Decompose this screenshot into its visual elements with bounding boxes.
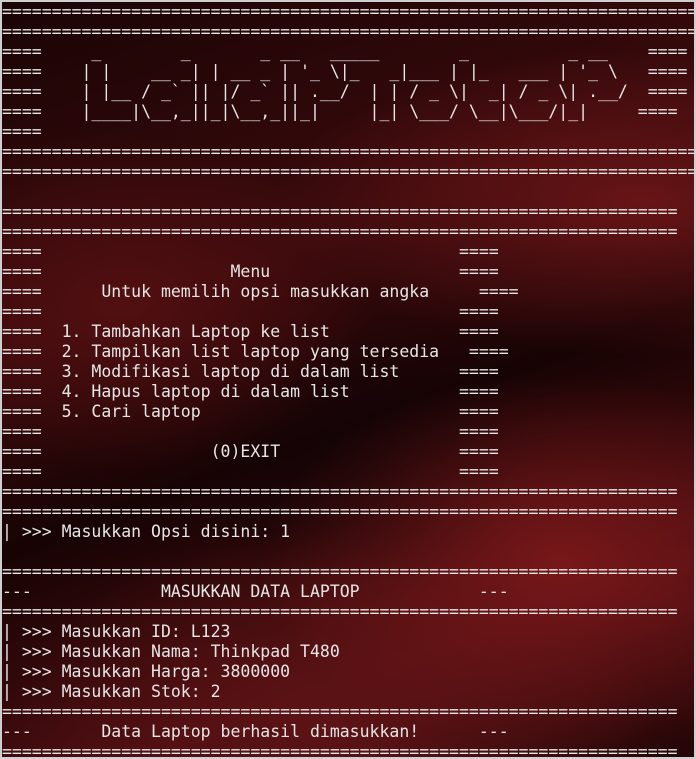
banner-border-line: ========================================… (2, 2, 694, 21)
menu-border-line: ========================================… (2, 502, 678, 521)
terminal-window[interactable]: ========================================… (0, 0, 696, 759)
menu-blank-line: ==== ==== (2, 242, 499, 261)
banner-ascii-logo-line: ==== | | __ _| | __ _ | '_ \|_ _|___ | |… (2, 62, 688, 81)
id-prompt-label: | >>> Masukkan ID: (2, 622, 191, 641)
menu-border-line: ========================================… (2, 202, 678, 221)
menu-item-search-laptop: ==== 5. Cari laptop ==== (2, 402, 499, 421)
stock-prompt-label: | >>> Masukkan Stok: (2, 682, 211, 701)
menu-border-line: ========================================… (2, 482, 678, 501)
price-input-line[interactable]: | >>> Masukkan Harga: 3800000 (2, 662, 694, 682)
option-prompt-label: | >>> Masukkan Opsi disini: (2, 522, 281, 541)
stock-input-value[interactable]: 2 (211, 682, 221, 701)
banner-ascii-logo-line: ==== |____|\__,_||_|\__,_||_| |_| \___/ … (2, 102, 678, 121)
banner-ascii-logo-line: ==== | |__ / _` || |/ _` || .__/ | | / _… (2, 82, 688, 101)
banner-ascii-logo-line: ==== _ _ _ __ _____ _ _ __ ==== (2, 42, 688, 61)
menu-blank-line: ==== ==== (2, 422, 499, 441)
option-prompt-line[interactable]: | >>> Masukkan Opsi disini: 1 (2, 522, 694, 542)
menu-item-show-list: ==== 2. Tampilkan list laptop yang terse… (2, 342, 509, 361)
menu-title: ==== Menu ==== (2, 262, 499, 281)
section-border-line: ========================================… (2, 702, 678, 721)
name-input-line[interactable]: | >>> Masukkan Nama: Thinkpad T480 (2, 642, 694, 662)
menu-item-exit: ==== (0)EXIT ==== (2, 442, 499, 461)
option-input-value[interactable]: 1 (280, 522, 290, 541)
menu-item-modify-laptop: ==== 3. Modifikasi laptop di dalam list … (2, 362, 499, 381)
banner-ascii-logo-line: ==== ==== (2, 122, 42, 141)
section-border-line: ========================================… (2, 562, 678, 581)
menu-blank-line: ==== ==== (2, 462, 499, 481)
menu-blank-line: ==== ==== (2, 302, 499, 321)
id-input-line[interactable]: | >>> Masukkan ID: L123 (2, 622, 694, 642)
name-prompt-label: | >>> Masukkan Nama: (2, 642, 211, 661)
success-message: --- Data Laptop berhasil dimasukkan! --- (2, 722, 509, 741)
menu-item-delete-laptop: ==== 4. Hapus laptop di dalam list ==== (2, 382, 499, 401)
section-border-line: ========================================… (2, 602, 678, 621)
id-input-value[interactable]: L123 (191, 622, 231, 641)
menu-border-line: ========================================… (2, 222, 678, 241)
name-input-value[interactable]: Thinkpad T480 (211, 642, 340, 661)
section-title: --- MASUKKAN DATA LAPTOP --- (2, 582, 509, 601)
terminal-output: ========================================… (2, 2, 694, 759)
stock-input-line[interactable]: | >>> Masukkan Stok: 2 (2, 682, 694, 702)
price-input-value[interactable]: 3800000 (221, 662, 291, 681)
price-prompt-label: | >>> Masukkan Harga: (2, 662, 221, 681)
banner-border-line: ========================================… (2, 22, 694, 41)
menu-instruction: ==== Untuk memilih opsi masukkan angka =… (2, 282, 519, 301)
menu-item-add-laptop: ==== 1. Tambahkan Laptop ke list ==== (2, 322, 499, 341)
banner-border-line: ========================================… (2, 142, 694, 161)
section-border-line: ========================================… (2, 742, 678, 759)
banner-border-line: ========================================… (2, 162, 694, 181)
